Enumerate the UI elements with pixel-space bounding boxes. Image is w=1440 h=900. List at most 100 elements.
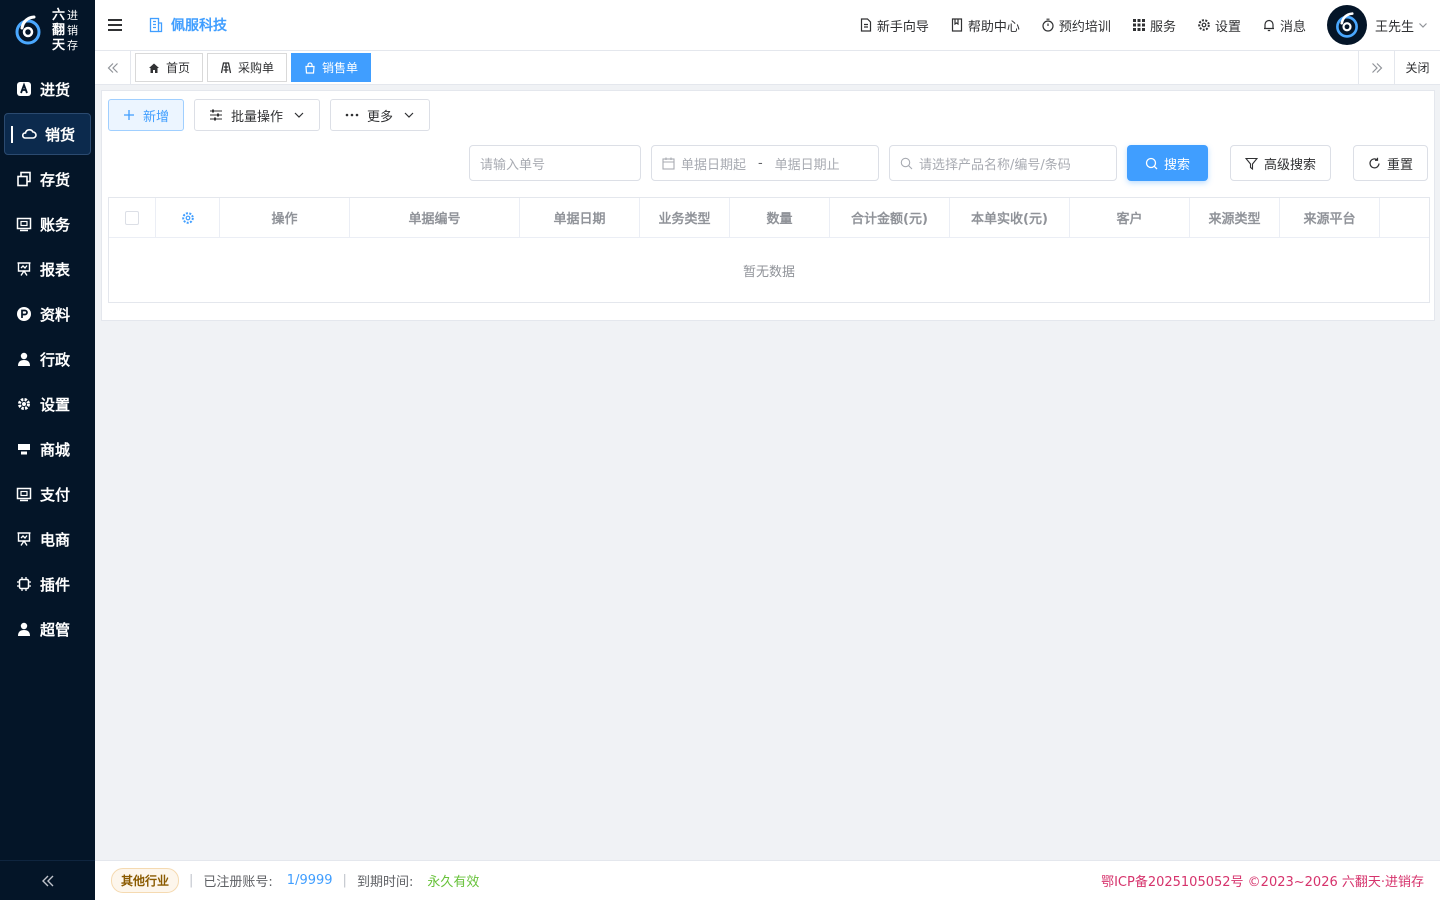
sidebar-menu: 进货 销货 存货 账务 报表 资料 行政 设置 商城 支付 电商 插件 超管 <box>0 68 95 650</box>
company-switcher[interactable]: 佩服科技 <box>149 15 227 35</box>
icp-link[interactable]: 鄂ICP备2025105052号 ©2023~2026 六翻天·进销存 <box>1101 871 1424 890</box>
industry-badge: 其他行业 <box>111 868 180 893</box>
tabs-scroll-right-button[interactable] <box>1358 50 1394 85</box>
select-all-checkbox[interactable] <box>125 210 139 225</box>
more-label: 更多 <box>367 109 394 125</box>
column-header[interactable]: 单据编号 <box>350 198 520 237</box>
service-link[interactable]: 服务 <box>1132 16 1176 35</box>
messages-label: 消息 <box>1279 19 1306 35</box>
chevron-down-icon[interactable] <box>1418 20 1428 30</box>
select-all-cell <box>109 198 156 237</box>
sidebar-item-plugins[interactable]: 插件 <box>4 563 91 605</box>
order-number-input[interactable]: 请输入单号 <box>468 145 641 181</box>
sidebar-item-payment[interactable]: 支付 <box>4 473 91 515</box>
column-header[interactable]: 客户 <box>1070 198 1190 237</box>
date-end-placeholder: 单据日期止 <box>774 157 840 173</box>
avatar-logo-icon <box>1336 12 1358 38</box>
messages-link[interactable]: 消息 <box>1262 16 1306 35</box>
sidebar-item-superadmin[interactable]: 超管 <box>4 608 91 650</box>
sidebar-item-inventory[interactable]: 存货 <box>4 158 91 200</box>
sidebar-item-purchase[interactable]: 进货 <box>4 68 91 110</box>
reset-label: 重置 <box>1386 157 1413 173</box>
column-header[interactable]: 来源类型 <box>1190 198 1280 237</box>
plus-icon <box>124 110 134 120</box>
sidebar-item-accounts[interactable]: 账务 <box>4 203 91 245</box>
book-icon <box>951 18 963 32</box>
gear-icon[interactable] <box>181 211 195 225</box>
guide-label: 新手向导 <box>876 19 929 35</box>
settings-link[interactable]: 设置 <box>1197 16 1241 35</box>
presentation-icon <box>16 261 32 277</box>
sidebar-item-label: 存货 <box>40 170 71 189</box>
reset-button[interactable]: 重置 <box>1352 145 1428 181</box>
menu-toggle-button[interactable] <box>95 18 135 32</box>
training-link[interactable]: 预约培训 <box>1041 16 1111 35</box>
guide-link[interactable]: 新手向导 <box>859 16 929 35</box>
column-header[interactable]: 单据日期 <box>520 198 640 237</box>
sidebar-item-label: 超管 <box>40 620 71 639</box>
user-icon <box>16 621 32 637</box>
close-tabs-button[interactable]: 关闭 <box>1394 50 1440 85</box>
tabs-bar: 首页 采购单 销售单 关闭 <box>95 50 1440 85</box>
empty-state: 暂无数据 <box>742 264 795 280</box>
tabs-scroll-left-button[interactable] <box>95 50 131 85</box>
search-bar: 请输入单号 单据日期起 - 单据日期止 请选择产品名称/编号/条码 搜索 高级搜… <box>468 145 1428 181</box>
settings-label: 设置 <box>1214 19 1241 35</box>
column-header[interactable]: 合计金额(元) <box>830 198 950 237</box>
bell-icon <box>1263 19 1274 32</box>
bag-icon <box>305 61 315 74</box>
status-footer: 其他行业 | 已注册账号: 1/9999 | 到期时间: 永久有效 鄂ICP备2… <box>95 860 1440 900</box>
column-header[interactable]: 来源平台 <box>1280 198 1380 237</box>
double-chevron-right-icon <box>1371 62 1382 73</box>
user-name[interactable]: 王先生 <box>1375 16 1414 35</box>
registered-count: 1/9999 <box>286 873 333 888</box>
sidebar-item-label: 行政 <box>40 350 71 369</box>
sidebar-item-admin[interactable]: 行政 <box>4 338 91 380</box>
sidebar-collapse-button[interactable] <box>0 860 95 900</box>
hamburger-icon <box>108 19 122 31</box>
expiry-value: 永久有效 <box>427 875 480 890</box>
add-button[interactable]: 新增 <box>108 99 185 131</box>
column-header[interactable]: 数量 <box>730 198 830 237</box>
column-header[interactable]: 操作 <box>220 198 350 237</box>
help-center-label: 帮助中心 <box>967 19 1020 35</box>
tab-sales-order[interactable]: 销售单 <box>291 53 372 82</box>
presentation-icon <box>16 531 32 547</box>
store-icon <box>16 441 32 457</box>
avatar[interactable] <box>1326 5 1367 45</box>
column-header[interactable]: 本单实收(元) <box>950 198 1070 237</box>
sidebar-item-label: 进货 <box>40 80 71 99</box>
date-range-picker[interactable]: 单据日期起 - 单据日期止 <box>650 145 879 181</box>
product-search-input[interactable]: 请选择产品名称/编号/条码 <box>888 145 1117 181</box>
sidebar-item-ecommerce[interactable]: 电商 <box>4 518 91 560</box>
sidebar-item-settings[interactable]: 设置 <box>4 383 91 425</box>
search-button[interactable]: 搜索 <box>1126 145 1208 181</box>
advanced-search-button[interactable]: 高级搜索 <box>1229 145 1331 181</box>
help-center-link[interactable]: 帮助中心 <box>950 16 1020 35</box>
sidebar-item-label: 商城 <box>40 440 71 459</box>
sidebar-item-reports[interactable]: 报表 <box>4 248 91 290</box>
toolbar: 新增 批量操作 更多 <box>108 99 440 131</box>
grid-icon <box>1132 19 1145 31</box>
tab-home[interactable]: 首页 <box>135 53 204 82</box>
tab-purchase-order[interactable]: 采购单 <box>207 53 288 82</box>
sidebar-item-mall[interactable]: 商城 <box>4 428 91 470</box>
sidebar-item-data[interactable]: 资料 <box>4 293 91 335</box>
column-header[interactable]: 业务类型 <box>640 198 730 237</box>
sidebar-item-sales[interactable]: 销货 <box>4 113 91 155</box>
logo[interactable]: 六 翻 天 进 销 存 <box>0 0 95 60</box>
batch-operation-label: 批量操作 <box>231 109 284 125</box>
divider: | <box>342 873 347 888</box>
logo-char: 存 <box>67 38 79 52</box>
more-dropdown[interactable]: 更多 <box>330 99 431 131</box>
wallet-icon <box>16 216 32 232</box>
double-chevron-left-icon <box>107 62 118 73</box>
sidebar-item-label: 资料 <box>40 305 71 324</box>
search-icon <box>900 157 913 169</box>
home-icon <box>149 63 159 73</box>
logo-char: 进 <box>67 8 79 22</box>
batch-operation-dropdown[interactable]: 批量操作 <box>194 99 321 131</box>
user-icon <box>16 351 32 367</box>
chevron-down-icon <box>404 112 414 118</box>
logo-char: 销 <box>67 23 79 37</box>
